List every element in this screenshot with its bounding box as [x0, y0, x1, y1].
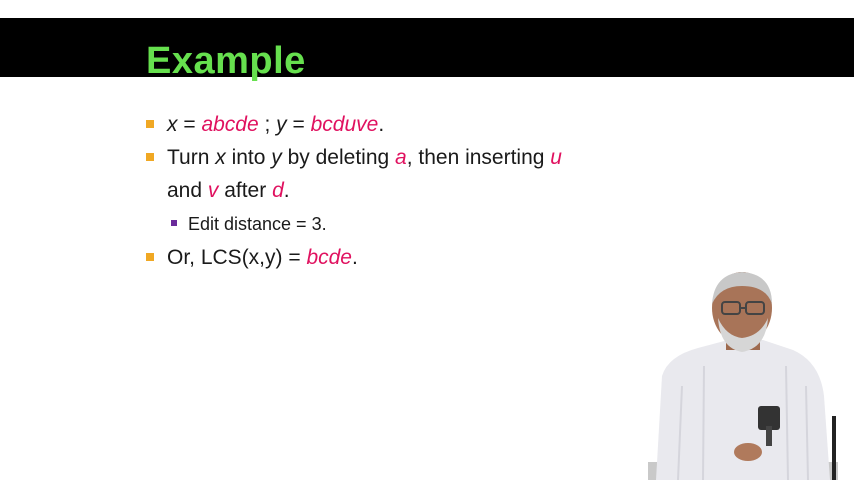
- top-strip: [0, 0, 854, 18]
- speaker-video-image: [648, 272, 838, 480]
- text-period: .: [378, 113, 385, 136]
- bullet-item-2: Turn x into y by deleting a, then insert…: [146, 141, 706, 207]
- bullet-square-icon: [146, 153, 154, 161]
- edit-distance-text: Edit distance = 3.: [188, 214, 327, 234]
- text-equals: =: [286, 113, 311, 136]
- text-period: .: [283, 179, 290, 202]
- bullet-square-icon: [146, 253, 154, 261]
- char-v: v: [207, 179, 219, 202]
- string-abcde: abcde: [201, 113, 259, 136]
- text-separator: ;: [258, 113, 277, 136]
- slide-title: Example: [146, 40, 306, 82]
- sub-bullet-item-1: Edit distance = 3.: [146, 211, 706, 237]
- char-u: u: [550, 146, 562, 169]
- text-then-inserting: , then inserting: [406, 146, 551, 169]
- string-bcduve: bcduve: [310, 113, 379, 136]
- string-bcde: bcde: [306, 246, 352, 269]
- text-period: .: [352, 246, 358, 269]
- bullet-item-3: Or, LCS(x,y) = bcde.: [146, 241, 706, 274]
- text-lcs: Or, LCS(x,y) =: [167, 246, 307, 269]
- var-x: x: [167, 113, 178, 136]
- text-turn: Turn: [167, 146, 216, 169]
- text-equals: =: [177, 113, 202, 136]
- text-and: and: [167, 179, 208, 202]
- var-x: x: [215, 146, 226, 169]
- text-by-deleting: by deleting: [281, 146, 396, 169]
- slide-content: x = abcde ; y = bcduve. Turn x into y by…: [146, 108, 706, 274]
- char-d: d: [272, 179, 284, 202]
- var-y: y: [271, 146, 282, 169]
- bullet-square-icon: [146, 120, 154, 128]
- title-bar: Example: [0, 18, 854, 82]
- var-y: y: [276, 113, 287, 136]
- sub-bullet-square-icon: [171, 220, 177, 226]
- bullet-item-1: x = abcde ; y = bcduve.: [146, 108, 706, 141]
- text-into: into: [225, 146, 272, 169]
- text-after: after: [218, 179, 273, 202]
- char-a: a: [395, 146, 407, 169]
